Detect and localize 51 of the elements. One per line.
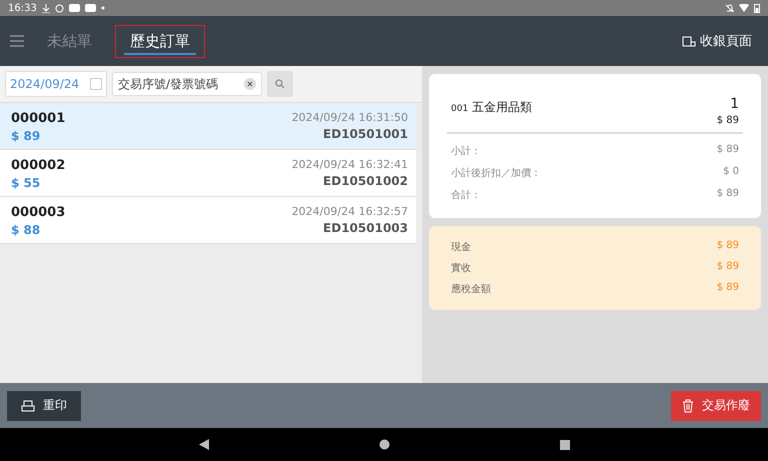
total-label: 小計後折扣／加價： (451, 166, 541, 180)
order-number: 000001 (11, 111, 66, 126)
order-number: 000002 (11, 158, 66, 173)
payment-label: 現金 (451, 241, 471, 254)
payment-value: $ 89 (716, 261, 739, 274)
payment-value: $ 89 (716, 282, 739, 295)
total-value: $ 89 (716, 188, 739, 201)
order-number: 000003 (11, 205, 66, 220)
item-quantity: 1 (730, 96, 739, 112)
order-time: 2024/09/24 16:32:57 (292, 205, 408, 218)
cashier-page-button[interactable]: 收銀頁面 (676, 31, 758, 51)
wifi-icon (739, 4, 749, 12)
order-time: 2024/09/24 16:31:50 (292, 111, 408, 124)
clock: 16:33 (8, 2, 37, 14)
search-button[interactable] (267, 71, 293, 97)
register-icon (682, 36, 696, 46)
order-row[interactable]: 000001 $ 89 2024/09/24 16:31:50 ED10501001 (0, 103, 416, 150)
dot-icon (100, 6, 105, 10)
invoice-number: ED10501001 (323, 127, 408, 141)
void-button[interactable]: 交易作廢 (671, 390, 761, 420)
order-amount: $ 55 (11, 176, 42, 190)
order-row[interactable]: 000003 $ 88 2024/09/24 16:32:57 ED10501003 (0, 197, 416, 244)
invoice-number: ED10501003 (323, 221, 408, 235)
back-icon[interactable] (198, 439, 208, 450)
order-amount: $ 88 (11, 223, 42, 237)
order-time: 2024/09/24 16:32:41 (292, 158, 408, 171)
total-value: $ 0 (723, 166, 739, 179)
item-code: 001 (451, 104, 468, 114)
total-label: 合計： (451, 188, 481, 202)
search-field[interactable]: 交易序號/發票號碼 (112, 72, 262, 96)
invoice-number: ED10501002 (323, 174, 408, 188)
menu-icon[interactable] (10, 35, 24, 47)
order-row[interactable]: 000002 $ 55 2024/09/24 16:32:41 ED10501002 (0, 150, 416, 197)
payment-label: 應稅金額 (451, 282, 491, 296)
battery-icon (754, 3, 760, 13)
tab[interactable]: 歷史訂單 (115, 24, 205, 58)
reprint-button[interactable]: 重印 (7, 390, 81, 420)
order-amount: $ 89 (11, 129, 42, 143)
download-icon (42, 4, 50, 12)
total-label: 小計： (451, 144, 481, 158)
search-icon (275, 79, 285, 89)
trash-icon (682, 398, 694, 412)
total-value: $ 89 (716, 144, 739, 157)
home-icon[interactable] (378, 439, 390, 450)
clear-icon[interactable] (244, 78, 256, 90)
item-name: 五金用品類 (472, 100, 532, 114)
item-price: $ 89 (716, 115, 739, 126)
payment-label: 實收 (451, 262, 471, 275)
printer-icon (21, 400, 35, 412)
recents-icon[interactable] (560, 440, 570, 450)
payment-value: $ 89 (716, 240, 739, 253)
